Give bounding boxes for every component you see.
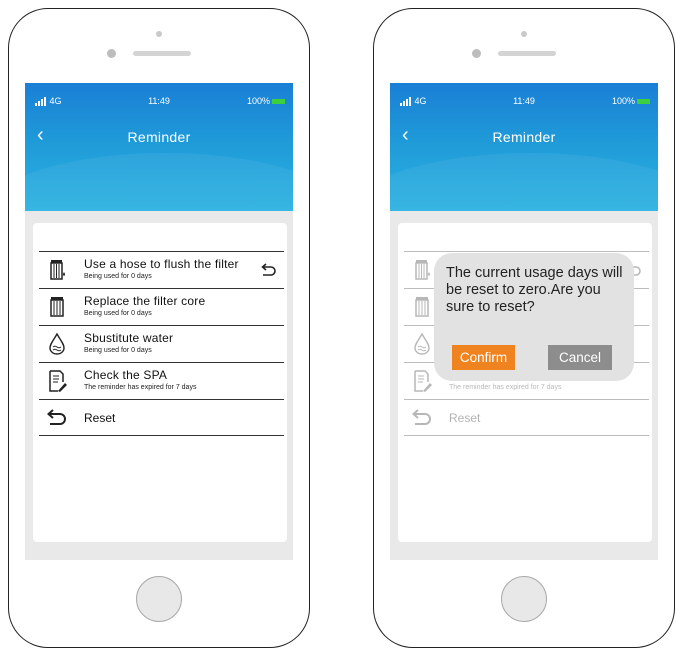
reminder-card: Use a hose to flush the filter Being use… [33,223,287,542]
reminder-title: Use a hose to flush the filter [84,257,239,271]
page-title: Reminder [127,129,191,145]
dialog-message: The current usage days will be reset to … [446,265,623,315]
battery-indicator: 100% [247,96,285,106]
app-header: 4G 11:49 100% ‹ Reminder [390,83,658,211]
reset-row: Reset [404,399,649,436]
reminder-title: Sbustitute water [84,331,174,345]
reminder-status: The reminder has expired for 7 days [449,384,562,391]
front-camera [521,31,527,37]
battery-icon [272,99,285,105]
page-title: Reminder [492,129,556,145]
battery-indicator: 100% [612,96,650,106]
earpiece-speaker [498,51,556,56]
confirm-button[interactable]: Confirm [452,345,515,370]
reminder-item-substitute-water[interactable]: Sbustitute water Being used for 0 days [39,325,284,362]
status-bar: 4G 11:49 100% [25,96,293,110]
reset-row[interactable]: Reset [39,399,284,436]
app-screen: 4G 11:49 100% ‹ Reminder Use a hose to f… [25,83,293,560]
checklist-pen-icon [414,370,432,392]
app-screen: 4G 11:49 100% ‹ Reminder The reminder ha… [390,83,658,560]
front-camera [156,31,162,37]
filter-cartridge-icon [50,297,64,317]
reminder-title: Check the SPA [84,368,168,382]
home-button[interactable] [136,576,182,622]
app-header: 4G 11:49 100% ‹ Reminder [25,83,293,211]
reminder-status: The reminder has expired for 7 days [84,384,197,391]
battery-label: 100% [246,96,270,106]
earpiece-speaker [133,51,191,56]
reset-label: Reset [84,411,116,425]
proximity-sensor [107,49,116,58]
reminder-item-replace-filter[interactable]: Replace the filter core Being used for 0… [39,288,284,325]
phone-frame-list: 4G 11:49 100% ‹ Reminder Use a hose to f… [8,8,310,648]
water-drop-icon [49,332,65,355]
home-button[interactable] [501,576,547,622]
reminder-list: Use a hose to flush the filter Being use… [39,251,284,436]
battery-label: 100% [611,96,635,106]
proximity-sensor [472,49,481,58]
battery-icon [637,99,650,105]
reminder-title: Replace the filter core [84,294,206,308]
filter-droplet-icon [50,260,65,280]
filter-droplet-icon [415,260,430,280]
status-bar: 4G 11:49 100% [390,96,658,110]
checklist-pen-icon [49,370,67,392]
reminder-status: Being used for 0 days [84,310,152,317]
phone-frame-dialog: 4G 11:49 100% ‹ Reminder The reminder ha… [373,8,675,648]
reminder-status: Being used for 0 days [84,347,152,354]
reset-arrow-icon [47,409,66,425]
cancel-button[interactable]: Cancel [548,345,612,370]
reminder-item-check-spa[interactable]: Check the SPA The reminder has expired f… [39,362,284,399]
reset-label: Reset [449,411,481,425]
water-drop-icon [414,332,430,355]
reset-arrow-icon [412,409,431,425]
reminder-item-flush-filter[interactable]: Use a hose to flush the filter Being use… [39,251,284,288]
undo-icon[interactable] [260,262,278,278]
reset-confirm-dialog: The current usage days will be reset to … [434,253,634,381]
filter-cartridge-icon [415,297,429,317]
reminder-status: Being used for 0 days [84,273,152,280]
